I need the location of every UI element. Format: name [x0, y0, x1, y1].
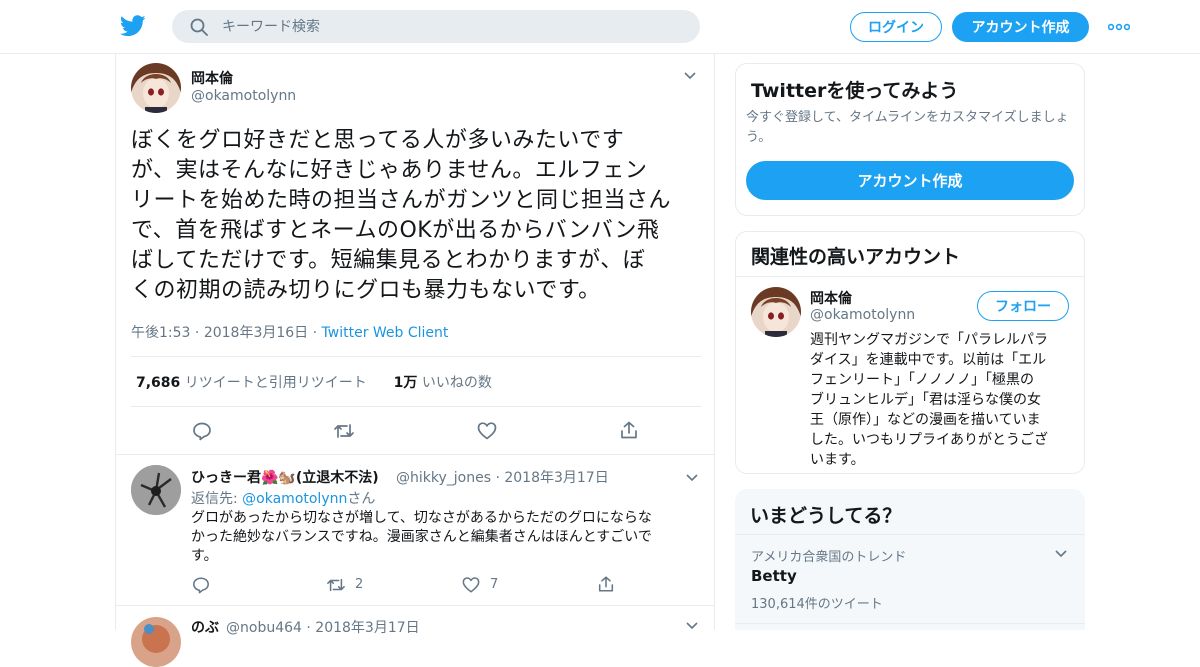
reply-text-line: す。: [191, 548, 218, 564]
bio-line: フェンリート」「ノノノノ」「極黒の: [810, 372, 1034, 388]
bio-line: 週刊ヤングマガジンで「パラレルパラ: [810, 332, 1048, 348]
related-account-bio: 週刊ヤングマガジンで「パラレルパラ ダイス」を連載中です。以前は「エル フェンリ…: [810, 330, 1078, 470]
reply-date[interactable]: 2018年3月17日: [315, 620, 419, 636]
bio-line: います。: [810, 452, 865, 468]
retweet-stat[interactable]: 7,686 リツイートと引用リツイート: [136, 375, 367, 391]
reply-author-handle[interactable]: @nobu464: [226, 620, 302, 636]
bio-line: 王（原作）」などの漫画を描いていま: [810, 412, 1041, 428]
tweet-text-line: くの初期の読み切りにグロも暴力もないです。: [131, 278, 601, 303]
like-icon[interactable]: [477, 421, 497, 441]
signup-card: Twitterを使ってみよう 今すぐ登録して、タイムラインをカスタマイズしましょ…: [735, 63, 1085, 216]
related-accounts-card: 関連性の高いアカウント 岡本倫 @okamotolynn フォロー 週刊ヤングマ…: [735, 231, 1085, 474]
like-stat[interactable]: 1万 いいねの数: [394, 375, 492, 391]
signup-card-subtitle: 今すぐ登録して、タイムラインをカスタマイズしましょ う。: [746, 108, 1081, 148]
chevron-down-icon[interactable]: [686, 622, 698, 630]
more-options-icon[interactable]: [1108, 23, 1130, 31]
avatar[interactable]: [131, 617, 181, 667]
author-name[interactable]: 岡本倫: [191, 68, 233, 88]
reply-text-line: かった絶妙なバランスですね。漫画家さんと編集者さんはほんとすごいで: [191, 529, 652, 545]
tweet-client-link[interactable]: Twitter Web Client: [322, 325, 449, 341]
retweet-icon[interactable]: [333, 421, 355, 441]
related-account-handle[interactable]: @okamotolynn: [810, 307, 915, 323]
twitter-logo-icon[interactable]: [120, 14, 146, 38]
divider: [131, 356, 701, 357]
divider: [116, 454, 714, 455]
signup-card-title: Twitterを使ってみよう: [751, 80, 959, 102]
tweet-text-line: が、実はそんなに好きじゃありません。エルフェン: [131, 158, 648, 183]
like-icon[interactable]: [462, 576, 480, 594]
divider: [736, 276, 1084, 277]
subtitle-line: う。: [746, 130, 772, 145]
trend-count: 130,614件のツイート: [751, 597, 883, 612]
tweet-text-line: ばしてただけです。短編集見るとわかりますが、ぼ: [131, 248, 646, 273]
tweet-time[interactable]: 午後1:53: [131, 325, 190, 341]
reply-date[interactable]: 2018年3月17日: [504, 470, 608, 486]
tweet-text-line: ぼくをグロ好きだと思ってる人が多いみたいです: [131, 128, 625, 153]
login-button[interactable]: ログイン: [850, 12, 942, 42]
related-card-title: 関連性の高いアカウント: [751, 246, 961, 268]
search-icon: [190, 18, 208, 36]
tweet-text-line: で、首を飛ばすとネームのOKが出るからバンバン飛: [131, 218, 660, 243]
reply-text: グロがあったから切なさが増して、切なさがあるからただのグロにならな かった絶妙な…: [191, 509, 701, 566]
tweet-meta: 午後1:53 · 2018年3月16日 · Twitter Web Client: [131, 325, 449, 341]
reply-icon[interactable]: [192, 421, 212, 441]
avatar[interactable]: [751, 287, 801, 337]
retweet-label: リツイートと引用リツイート: [184, 375, 367, 391]
signup-button[interactable]: アカウント作成: [952, 12, 1089, 42]
avatar[interactable]: [131, 465, 181, 515]
reply-to-handle-link[interactable]: @okamotolynn: [242, 491, 347, 507]
reply-meta: @nobu464 · 2018年3月17日: [226, 620, 420, 636]
trends-card: いまどうしてる？ アメリカ合衆国のトレンド Betty 130,614件のツイー…: [735, 489, 1085, 630]
like-count: 1万: [393, 375, 418, 391]
reply-author-name[interactable]: ひっきー君🌺🐿️(立退木不法): [191, 467, 379, 487]
trend-name[interactable]: Betty: [751, 567, 797, 585]
bio-line: ダイス」を連載中です。以前は「エル: [810, 352, 1047, 368]
reply-author-handle[interactable]: @hikky_jones: [396, 470, 491, 486]
bio-line: した。いつもリプライありがとうござ: [810, 432, 1048, 448]
tweet-stats: 7,686 リツイートと引用リツイート 1万 いいねの数: [136, 372, 492, 392]
bio-line: ブリュンヒルデ」「君は淫らな僕の女: [810, 392, 1041, 408]
reply-to-line: 返信先: @okamotolynnさん: [191, 491, 376, 507]
divider: [131, 406, 701, 407]
retweet-count: 7,686: [136, 375, 181, 391]
tweet-text-line: リートを始めた時の担当さんがガンツと同じ担当さん: [131, 188, 672, 213]
reply-meta: @hikky_jones · 2018年3月17日: [396, 470, 609, 486]
divider: [735, 623, 1085, 624]
retweet-count: 2: [355, 577, 364, 592]
trends-card-title: いまどうしてる？: [750, 505, 902, 527]
like-count: 7: [490, 577, 499, 592]
create-account-button[interactable]: アカウント作成: [746, 161, 1074, 200]
author-handle[interactable]: @okamotolynn: [191, 88, 296, 104]
trend-context: アメリカ合衆国のトレンド: [751, 550, 907, 565]
share-icon[interactable]: [597, 575, 615, 593]
divider: [116, 605, 714, 606]
divider: [735, 534, 1085, 535]
chevron-down-icon[interactable]: [684, 72, 696, 80]
tweet-date[interactable]: 2018年3月16日: [204, 325, 308, 341]
reply-icon[interactable]: [192, 576, 210, 594]
chevron-down-icon[interactable]: [1055, 550, 1067, 558]
reply-text-line: グロがあったから切なさが増して、切なさがあるからただのグロにならな: [191, 510, 652, 526]
reply-author-name[interactable]: のぶ: [191, 617, 219, 637]
timeline-column: 岡本倫 @okamotolynn ぼくをグロ好きだと思ってる人が多いみたいです …: [115, 54, 715, 667]
avatar[interactable]: [131, 63, 181, 113]
search-input[interactable]: [222, 14, 682, 39]
top-bar: ログイン アカウント作成: [0, 0, 1200, 54]
search-bar: [172, 10, 700, 43]
follow-button[interactable]: フォロー: [977, 291, 1069, 321]
tweet-text: ぼくをグロ好きだと思ってる人が多いみたいです が、実はそんなに好きじゃありません…: [131, 126, 706, 306]
retweet-icon[interactable]: [326, 576, 346, 594]
like-label: いいねの数: [421, 375, 492, 391]
related-account-name[interactable]: 岡本倫: [810, 288, 852, 308]
subtitle-line: 今すぐ登録して、タイムラインをカスタマイズしましょ: [746, 110, 1069, 125]
chevron-down-icon[interactable]: [686, 474, 698, 482]
share-icon[interactable]: [619, 420, 639, 440]
